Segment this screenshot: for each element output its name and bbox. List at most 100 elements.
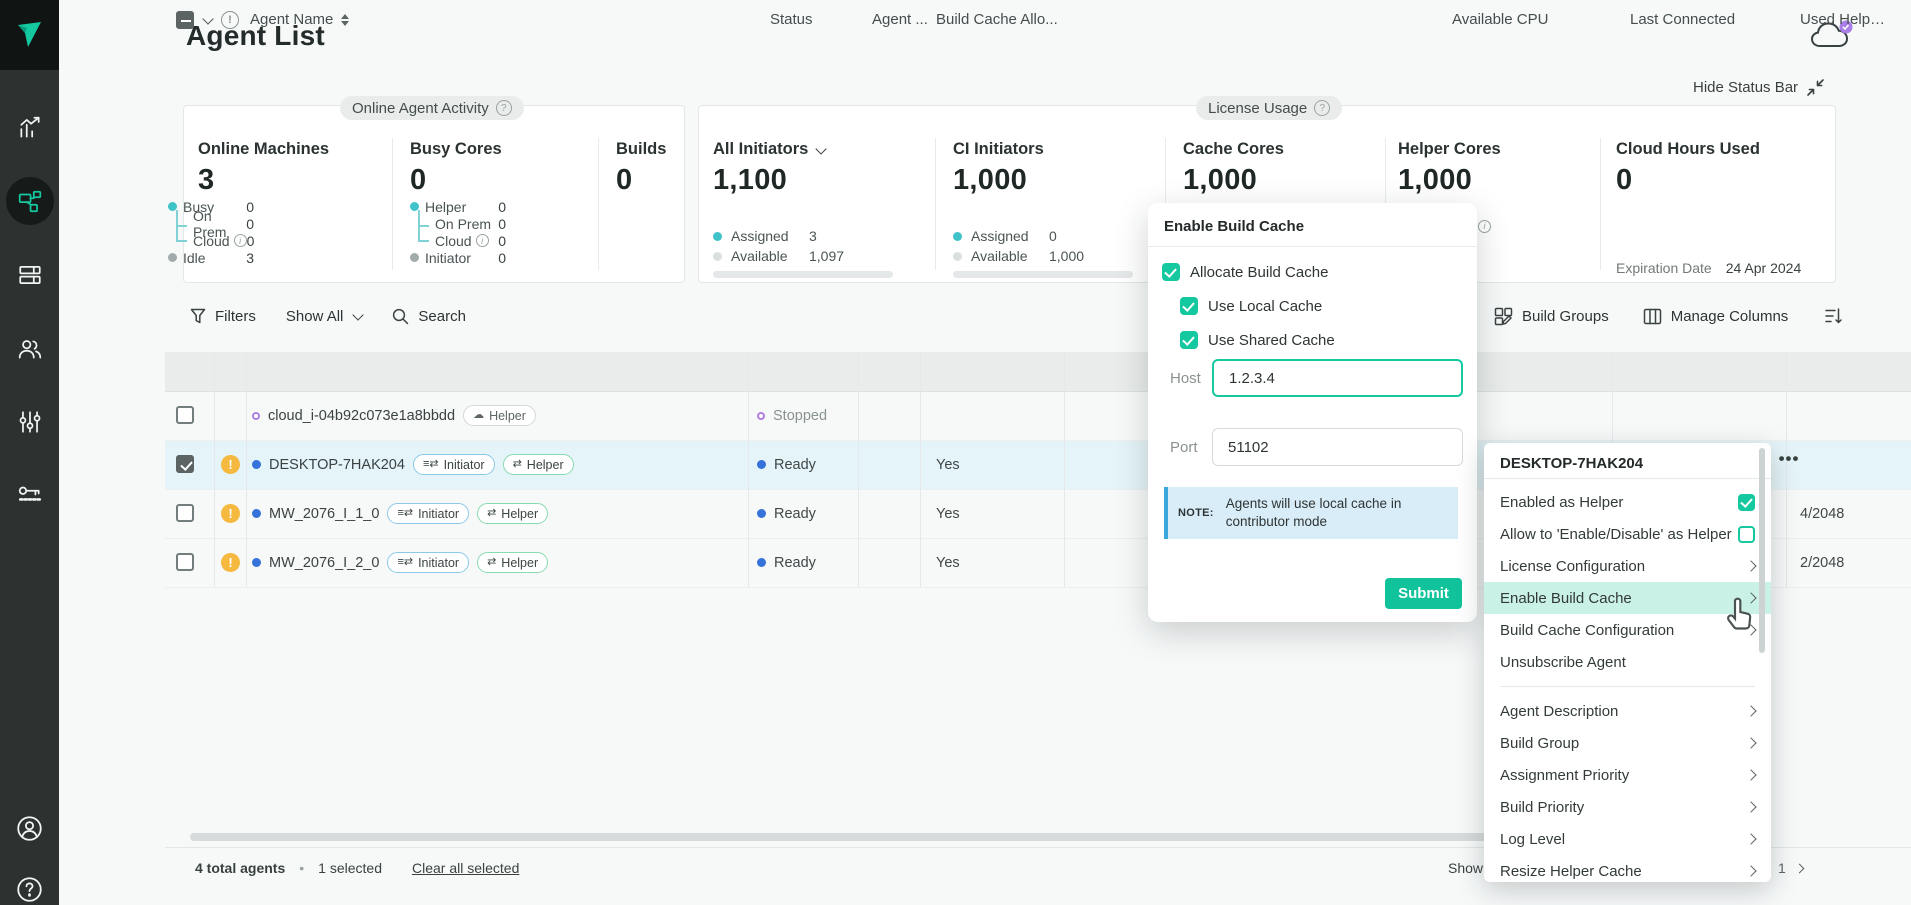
all-initiators-title: All Initiators: [713, 140, 808, 159]
menu-item-allow-enable-disable[interactable]: Allow to 'Enable/Disable' as Helper: [1484, 518, 1771, 550]
enabled-as-helper-checkbox[interactable]: [1738, 494, 1755, 511]
expiration-date: Expiration Date 24 Apr 2024: [1616, 260, 1801, 276]
status-cell: Ready: [757, 538, 816, 587]
user-avatar[interactable]: [0, 805, 59, 851]
menu-item-license-configuration[interactable]: License Configuration: [1484, 550, 1771, 582]
enable-build-cache-popup: Enable Build Cache Allocate Build Cache …: [1148, 203, 1477, 622]
expiration-date-label: Expiration Date: [1616, 260, 1712, 276]
sliders-icon: [17, 409, 43, 435]
manage-columns-icon: [1643, 308, 1662, 325]
used-helper-cache-cell: 2/2048: [1800, 538, 1844, 587]
build-groups-button[interactable]: Build Groups: [1494, 307, 1609, 326]
cloud-hours-column: Cloud Hours Used 0: [1616, 140, 1806, 197]
manage-columns-button[interactable]: Manage Columns: [1643, 308, 1789, 325]
sort-order-button[interactable]: [1824, 307, 1844, 325]
row-checkbox[interactable]: [176, 504, 194, 522]
agent-context-menu: DESKTOP-7HAK204 Enabled as Helper Allow …: [1484, 443, 1771, 882]
allocate-build-cache-checkbox[interactable]: [1162, 263, 1180, 281]
status-column-header: Status: [770, 0, 813, 39]
menu-item-log-level[interactable]: Log Level: [1484, 823, 1771, 855]
license-usage-help-icon[interactable]: [1314, 100, 1330, 116]
menu-item-enabled-as-helper[interactable]: Enabled as Helper: [1484, 486, 1771, 518]
busy-cores-value: 0: [410, 164, 580, 197]
online-machines-breakdown: Busy0 On Prem0 Cloud0 Idle3: [168, 198, 254, 266]
key-icon: [17, 481, 43, 507]
available-value: 1,097: [809, 248, 844, 264]
online-agent-activity-help-icon[interactable]: [496, 100, 512, 116]
sidebar-item-agents[interactable]: [0, 178, 59, 224]
alerts-column-header: !: [221, 0, 239, 39]
allocate-build-cache-option[interactable]: Allocate Build Cache: [1162, 263, 1328, 281]
current-page: 1: [1778, 860, 1786, 876]
helper-cores-info-icon[interactable]: [1478, 220, 1491, 233]
cloud-icon: ☁: [473, 410, 484, 421]
search-button[interactable]: Search: [392, 308, 466, 325]
select-all-checkbox[interactable]: [176, 11, 194, 29]
horizontal-scrollbar[interactable]: [190, 833, 1500, 841]
chevron-right-icon: [1745, 865, 1756, 876]
row-actions-kebab-icon[interactable]: •••: [1776, 446, 1802, 472]
use-shared-cache-checkbox[interactable]: [1180, 331, 1198, 349]
chevron-right-icon: [1745, 560, 1756, 571]
allow-enable-disable-checkbox[interactable]: [1738, 526, 1755, 543]
helper-cores-column: Helper Cores 1,000 Total pool: [1398, 140, 1588, 197]
help-button[interactable]: [0, 866, 59, 905]
chevron-down-icon: [353, 309, 364, 320]
next-page-icon[interactable]: [1794, 863, 1804, 873]
port-input[interactable]: [1212, 428, 1463, 466]
use-local-cache-checkbox[interactable]: [1180, 297, 1198, 315]
menu-item-agent-description[interactable]: Agent Description: [1484, 695, 1771, 727]
use-local-cache-option[interactable]: Use Local Cache: [1180, 297, 1322, 315]
agent-name-cell: cloud_i-04b92c073e1a8bbdd ☁Helper: [252, 391, 536, 440]
cache-cores-column: Cache Cores 1,000: [1183, 140, 1363, 197]
sidebar-item-settings[interactable]: [0, 399, 59, 445]
sidebar-item-dashboard[interactable]: [0, 105, 59, 151]
sort-icon[interactable]: [341, 14, 349, 26]
row-checkbox[interactable]: [176, 406, 194, 424]
sidebar-item-users[interactable]: [0, 326, 59, 372]
initiator-icon: ≡⇄: [397, 508, 413, 519]
ci-initiators-usage-bar: [953, 271, 1133, 278]
menu-item-unsubscribe-agent[interactable]: Unsubscribe Agent: [1484, 646, 1771, 678]
filter-funnel-icon: [190, 308, 206, 325]
sidebar-item-license[interactable]: [0, 471, 59, 517]
helper-cores-value: 1,000: [1398, 164, 1588, 197]
all-initiators-dropdown-icon[interactable]: [816, 143, 827, 154]
online-machines-value: 3: [198, 164, 378, 197]
selection-menu-chevron-icon[interactable]: [202, 13, 213, 24]
menu-item-resize-helper-cache[interactable]: Resize Helper Cache: [1484, 855, 1771, 887]
build-cache-allocation-column-header: Build Cache Allo...: [936, 0, 1058, 39]
use-shared-cache-option[interactable]: Use Shared Cache: [1180, 331, 1335, 349]
busy-cores-title: Busy Cores: [410, 140, 580, 159]
agent-name: MW_2076_I_2_0: [269, 555, 379, 571]
menu-item-assignment-priority[interactable]: Assignment Priority: [1484, 759, 1771, 791]
chevron-right-icon: [1745, 833, 1756, 844]
status-text: Ready: [774, 457, 816, 473]
host-input[interactable]: [1212, 359, 1463, 397]
status-text: Stopped: [773, 408, 827, 424]
submit-button[interactable]: Submit: [1385, 578, 1462, 609]
table-header-row: [165, 352, 1911, 391]
build-cache-cell: Yes: [936, 440, 960, 489]
brand-logo[interactable]: [0, 0, 59, 70]
row-checkbox[interactable]: [176, 553, 194, 571]
select-all-checkbox-cell: [176, 0, 212, 39]
agent-name-column-header[interactable]: Agent Name: [250, 0, 349, 39]
menu-item-build-priority[interactable]: Build Priority: [1484, 791, 1771, 823]
cloud-info-icon[interactable]: [234, 234, 247, 247]
all-initiators-column: All Initiators 1,100 Assigned3 Available…: [713, 140, 893, 278]
sidebar-item-builds[interactable]: [0, 252, 59, 298]
menu-scrollbar[interactable]: [1759, 448, 1765, 653]
show-all-label: Show All: [286, 308, 344, 325]
build-cache-cell: Yes: [936, 538, 960, 587]
table-footer: 4 total agents • 1 selected Clear all se…: [195, 858, 519, 878]
clear-all-selected-link[interactable]: Clear all selected: [412, 860, 519, 876]
row-checkbox[interactable]: [176, 455, 194, 473]
menu-item-build-group[interactable]: Build Group: [1484, 727, 1771, 759]
show-all-dropdown[interactable]: Show All: [286, 308, 363, 325]
cloud-info-icon[interactable]: [476, 234, 489, 247]
filters-button[interactable]: Filters: [190, 308, 256, 325]
status-cell: Stopped: [757, 391, 827, 440]
initiator-icon: ≡⇄: [423, 459, 439, 470]
hide-status-bar-button[interactable]: Hide Status Bar: [1693, 78, 1825, 97]
